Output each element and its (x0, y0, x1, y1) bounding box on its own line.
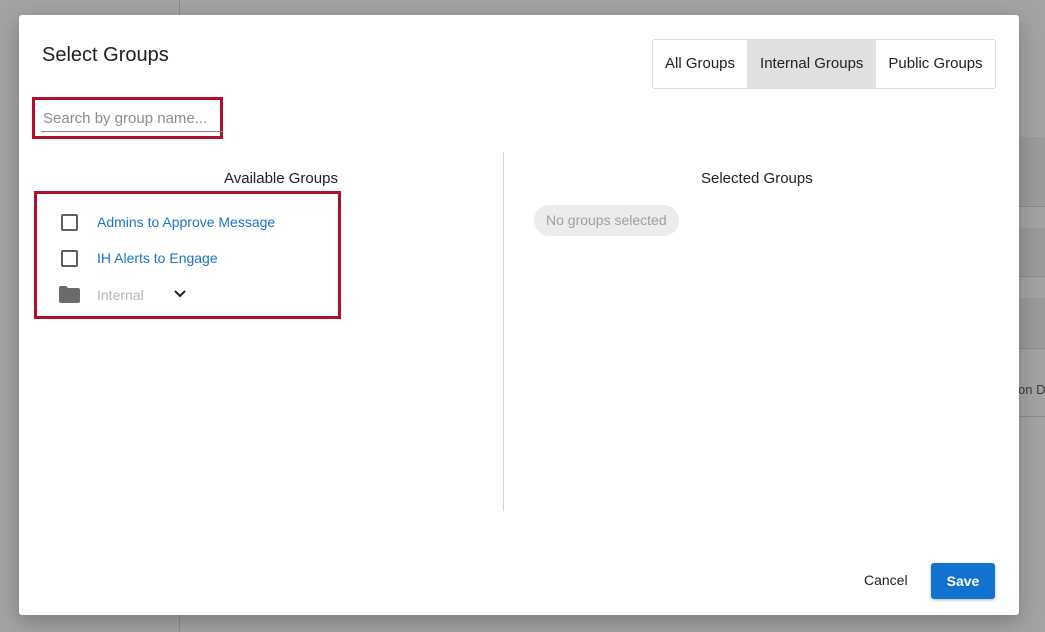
background-row-divider (1019, 206, 1045, 207)
chevron-down-icon[interactable] (173, 287, 187, 301)
group-item-admins[interactable]: Admins to Approve Message (61, 211, 275, 233)
group-item-ih-alerts[interactable]: IH Alerts to Engage (61, 247, 218, 269)
background-row (1019, 298, 1045, 348)
filter-all-groups[interactable]: All Groups (653, 40, 749, 88)
select-groups-dialog: Select Groups All Groups Internal Groups… (19, 15, 1019, 615)
background-row-divider (1019, 276, 1045, 277)
group-filter-toggle: All Groups Internal Groups Public Groups (652, 39, 996, 89)
background-row-divider (1019, 348, 1045, 349)
filter-internal-groups[interactable]: Internal Groups (748, 40, 877, 88)
background-clipped-text: on D (1019, 382, 1045, 397)
folder-label: Internal (97, 287, 144, 303)
folder-icon (59, 286, 80, 303)
background-row (1019, 137, 1045, 207)
group-item-label[interactable]: IH Alerts to Engage (97, 250, 218, 266)
search-input[interactable] (41, 106, 223, 132)
group-checkbox[interactable] (61, 213, 78, 231)
background-row (1019, 228, 1045, 276)
selected-groups-header: Selected Groups (701, 170, 813, 187)
filter-public-groups[interactable]: Public Groups (876, 40, 995, 88)
column-divider (503, 152, 504, 511)
folder-internal[interactable]: Internal (59, 285, 199, 305)
no-groups-selected-chip: No groups selected (534, 205, 679, 236)
cancel-button[interactable]: Cancel (855, 566, 917, 594)
group-item-label[interactable]: Admins to Approve Message (97, 214, 275, 230)
background-row-divider (1019, 416, 1045, 417)
available-groups-header: Available Groups (224, 170, 338, 187)
save-button[interactable]: Save (931, 563, 995, 599)
dialog-title: Select Groups (42, 44, 169, 66)
group-checkbox[interactable] (61, 249, 78, 267)
